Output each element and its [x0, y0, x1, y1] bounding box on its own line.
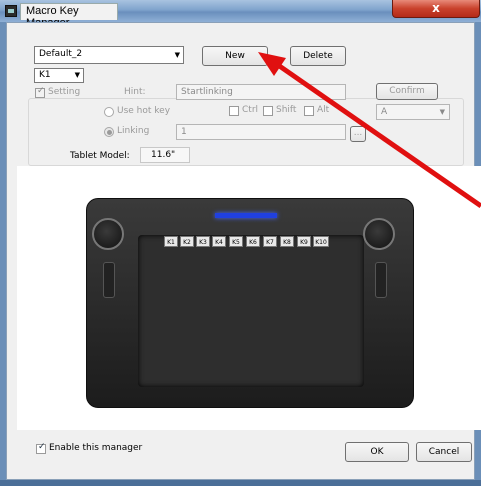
- enable-manager-checkbox[interactable]: ✓: [36, 442, 46, 454]
- taskbar-strip: [0, 480, 481, 486]
- annotation-arrow-icon: [258, 52, 481, 209]
- ok-button[interactable]: OK: [345, 442, 409, 462]
- cancel-button[interactable]: Cancel: [416, 442, 472, 462]
- enable-manager-label: Enable this manager: [49, 443, 143, 453]
